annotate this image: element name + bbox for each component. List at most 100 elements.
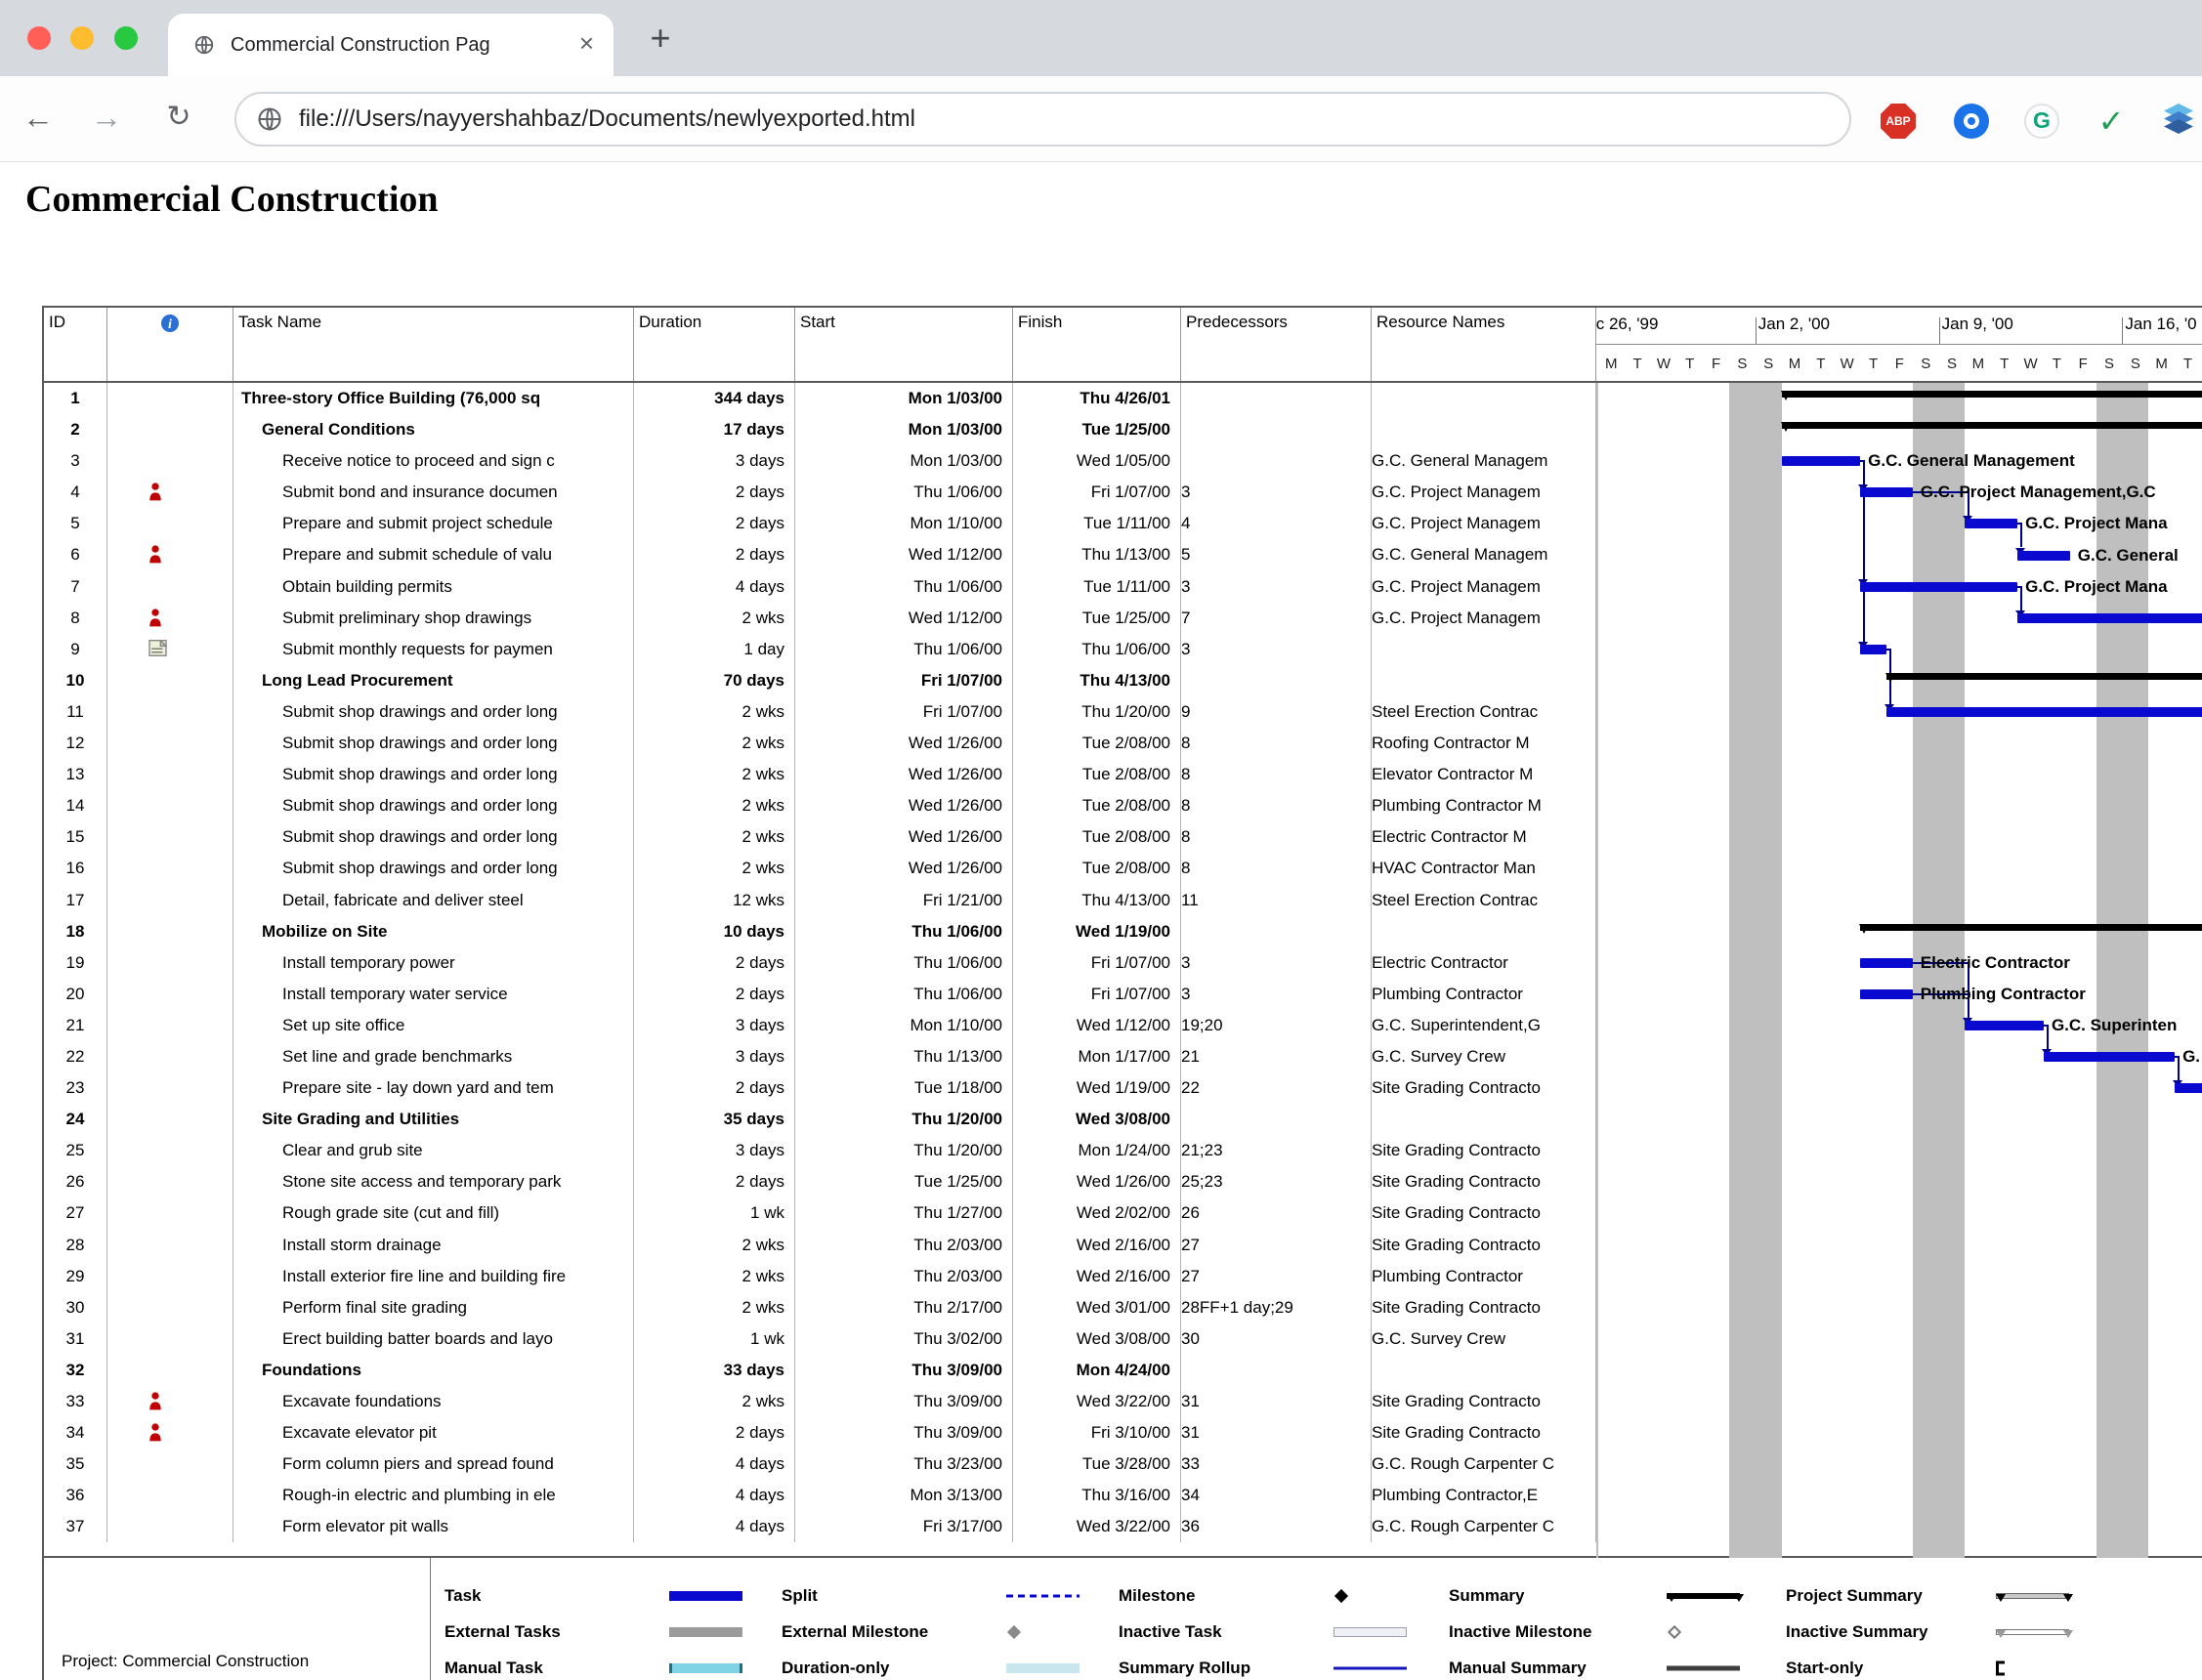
task-finish: Wed 3/08/00 [1013, 1104, 1181, 1135]
link-checker-extension-icon[interactable]: ✓ [2094, 104, 2129, 139]
day-letter: W [2017, 352, 2044, 377]
task-duration: 2 wks [634, 1386, 795, 1417]
task-name: Receive notice to proceed and sign c [233, 445, 634, 477]
day-letter: S [1729, 352, 1756, 377]
gantt-bar-task [1965, 1021, 2043, 1030]
layers-extension-icon[interactable] [2161, 104, 2196, 139]
task-resources: Site Grading Contracto [1372, 1072, 1596, 1104]
task-resources: G.C. Survey Crew [1372, 1041, 1596, 1072]
header-divider [44, 381, 2202, 383]
adblock-extension-icon[interactable]: ABP [1881, 104, 1916, 139]
task-indicator [107, 916, 233, 947]
task-predecessors: 8 [1181, 853, 1372, 884]
back-icon[interactable]: ← [16, 76, 61, 160]
task-name: Install temporary water service [233, 979, 634, 1010]
task-id: 28 [44, 1230, 107, 1261]
day-letter: S [1939, 352, 1966, 377]
gantt-bar-label: G.C. Project Management,G.C [1921, 483, 2156, 502]
task-finish: Wed 2/02/00 [1013, 1197, 1181, 1229]
task-name: Obtain building permits [233, 571, 634, 603]
task-name: Detail, fabricate and deliver steel [233, 885, 634, 916]
legend-label-split: Split [782, 1586, 818, 1606]
task-indicator [107, 1511, 233, 1542]
task-name: General Conditions [233, 414, 634, 445]
task-duration: 35 days [634, 1104, 795, 1135]
gantt-table: IDiTask NameDurationStartFinishPredecess… [42, 306, 2202, 1556]
task-predecessors: 33 [1181, 1449, 1372, 1480]
table-row: 22Set line and grade benchmarks3 daysThu… [44, 1041, 1596, 1072]
task-resources: G.C. Superintendent,G [1372, 1010, 1596, 1041]
browser-window: Commercial Construction Pag × + ← → ↻ fi… [0, 0, 2202, 1680]
legend-sample-inactive-task [1334, 1618, 1414, 1646]
task-id: 29 [44, 1261, 107, 1292]
task-start: Thu 2/03/00 [795, 1261, 1013, 1292]
task-start: Wed 1/26/00 [795, 821, 1013, 853]
task-predecessors: 27 [1181, 1230, 1372, 1261]
task-start: Thu 1/06/00 [795, 916, 1013, 947]
task-predecessors [1181, 383, 1372, 414]
blue-app-extension-icon[interactable] [1954, 104, 1989, 139]
table-row: 37Form elevator pit walls4 daysFri 3/17/… [44, 1511, 1596, 1542]
close-window-button[interactable] [27, 26, 51, 50]
legend-label-inactive-task: Inactive Task [1119, 1622, 1222, 1642]
browser-tab[interactable]: Commercial Construction Pag × [168, 14, 614, 76]
task-duration: 10 days [634, 916, 795, 947]
page-title: Commercial Construction [25, 178, 439, 221]
note-icon [148, 640, 167, 656]
task-duration: 3 days [634, 1041, 795, 1072]
task-finish: Wed 1/19/00 [1013, 1072, 1181, 1104]
task-duration: 2 days [634, 508, 795, 539]
task-start: Thu 1/20/00 [795, 1104, 1013, 1135]
table-row: 24Site Grading and Utilities35 daysThu 1… [44, 1104, 1596, 1135]
task-duration: 2 wks [634, 1230, 795, 1261]
task-indicator [107, 665, 233, 696]
column-header-id: ID [44, 308, 107, 381]
table-row: 30Perform final site grading2 wksThu 2/1… [44, 1292, 1596, 1323]
task-duration: 4 days [634, 571, 795, 603]
task-finish: Thu 4/13/00 [1013, 885, 1181, 916]
table-row: 35Form column piers and spread found4 da… [44, 1449, 1596, 1480]
task-name: Install storm drainage [233, 1230, 634, 1261]
forward-icon[interactable]: → [84, 76, 129, 160]
new-tab-button[interactable]: + [635, 14, 686, 64]
task-start: Thu 1/06/00 [795, 571, 1013, 603]
task-resources [1372, 634, 1596, 665]
week-label: Jan 2, '00 [1758, 315, 1830, 334]
column-header-indicators: i [107, 308, 233, 381]
table-row: 34Excavate elevator pit2 daysThu 3/09/00… [44, 1417, 1596, 1449]
task-name: Submit shop drawings and order long [233, 790, 634, 821]
day-letter: M [1598, 352, 1625, 377]
task-indicator [107, 1261, 233, 1292]
task-id: 20 [44, 979, 107, 1010]
task-indicator [107, 759, 233, 790]
table-row: 14Submit shop drawings and order long2 w… [44, 790, 1596, 821]
day-letter: T [2044, 352, 2070, 377]
task-indicator [107, 696, 233, 728]
zoom-window-button[interactable] [114, 26, 138, 50]
overallocated-person-icon [148, 1392, 162, 1410]
gantt-bar-label: G.C. Project Mana [2025, 514, 2167, 533]
task-start: Thu 1/27/00 [795, 1197, 1013, 1229]
gantt-bar-task [1860, 487, 1913, 497]
task-predecessors: 19;20 [1181, 1010, 1372, 1041]
task-indicator [107, 1135, 233, 1166]
legend-sample-milestone [1334, 1582, 1414, 1610]
task-id: 25 [44, 1135, 107, 1166]
task-id: 27 [44, 1197, 107, 1229]
task-predecessors [1181, 414, 1372, 445]
url-bar[interactable]: file:///Users/nayyershahbaz/Documents/ne… [234, 92, 1851, 147]
grammarly-extension-icon[interactable]: G [2024, 104, 2059, 139]
task-indicator [107, 979, 233, 1010]
task-resources: Roofing Contractor M [1372, 728, 1596, 759]
reload-icon[interactable]: ↻ [156, 76, 201, 160]
task-start: Wed 1/12/00 [795, 603, 1013, 634]
task-name: Submit shop drawings and order long [233, 696, 634, 728]
tab-close-icon[interactable]: × [579, 14, 594, 72]
task-finish: Tue 2/08/00 [1013, 759, 1181, 790]
task-start: Wed 1/26/00 [795, 853, 1013, 884]
minimize-window-button[interactable] [70, 26, 94, 50]
gantt-bar-task [1860, 958, 1913, 968]
task-duration: 1 wk [634, 1323, 795, 1355]
browser-toolbar: ← → ↻ file:///Users/nayyershahbaz/Docume… [0, 76, 2202, 162]
legend-sample-summary-rollup [1334, 1655, 1414, 1680]
